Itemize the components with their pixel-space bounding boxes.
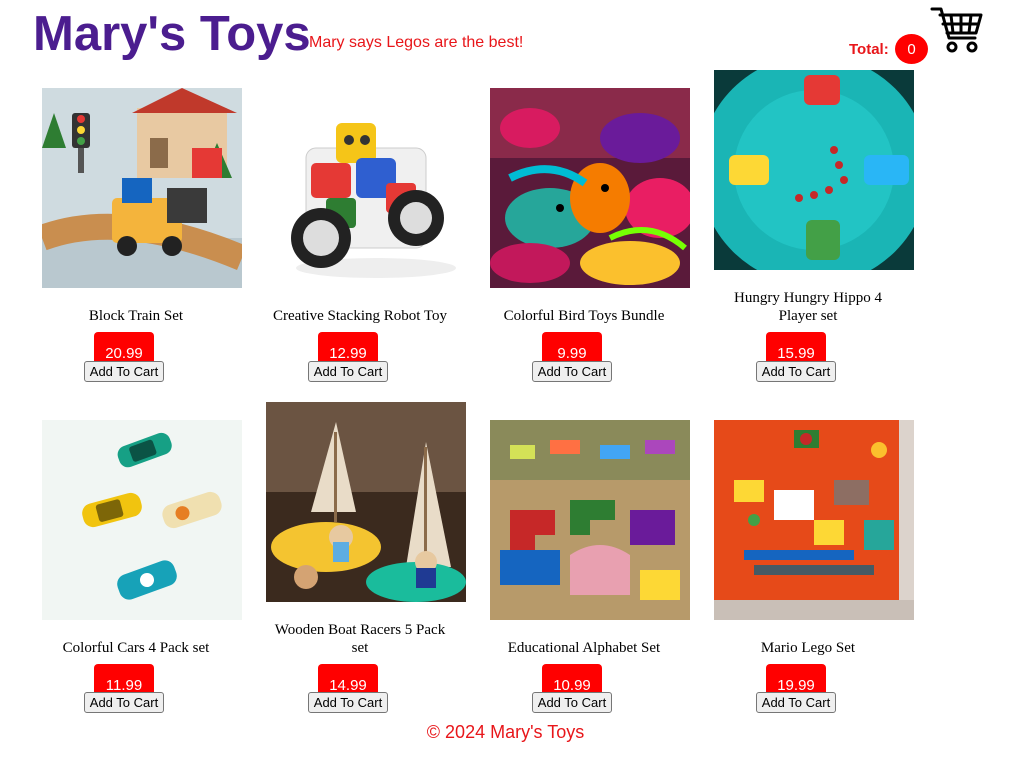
footer-copyright: © 2024 Mary's Toys: [426, 722, 585, 742]
toy-train-photo: [42, 88, 242, 288]
cart-count-badge: 0: [895, 34, 928, 64]
wooden-boats-photo: [266, 402, 466, 602]
product-name: Colorful Bird Toys Bundle: [503, 308, 665, 324]
brand-title: Mary's Toys: [33, 7, 311, 61]
lego-set-photo: [714, 420, 914, 620]
toy-cars-photo: [42, 420, 242, 620]
add-to-cart-button[interactable]: Add To Cart: [308, 361, 388, 382]
cart-total-label: Total:: [849, 41, 889, 58]
hippo-game-photo: [714, 70, 914, 270]
add-to-cart-button[interactable]: Add To Cart: [532, 692, 612, 713]
add-to-cart-button[interactable]: Add To Cart: [756, 692, 836, 713]
alphabet-puzzle-photo: [490, 420, 690, 620]
add-to-cart-button[interactable]: Add To Cart: [84, 361, 164, 382]
add-to-cart-button[interactable]: Add To Cart: [308, 692, 388, 713]
product-name: Block Train Set: [88, 308, 184, 324]
product-name: Mario Lego Set: [760, 640, 856, 656]
robot-toy-photo: [266, 88, 466, 288]
product-name: Educational Alphabet Set: [507, 640, 661, 656]
tagline: Mary says Legos are the best!: [309, 34, 524, 51]
shopping-cart-icon[interactable]: [930, 5, 984, 55]
add-to-cart-button[interactable]: Add To Cart: [756, 361, 836, 382]
product-name: Creative Stacking Robot Toy: [272, 308, 448, 324]
product-name: Wooden Boat Racers 5 Pack set: [274, 622, 446, 656]
add-to-cart-button[interactable]: Add To Cart: [84, 692, 164, 713]
bird-toys-photo: [490, 88, 690, 288]
product-name: Colorful Cars 4 Pack set: [62, 640, 210, 656]
product-name: Hungry Hungry Hippo 4 Player set: [734, 290, 882, 324]
add-to-cart-button[interactable]: Add To Cart: [532, 361, 612, 382]
